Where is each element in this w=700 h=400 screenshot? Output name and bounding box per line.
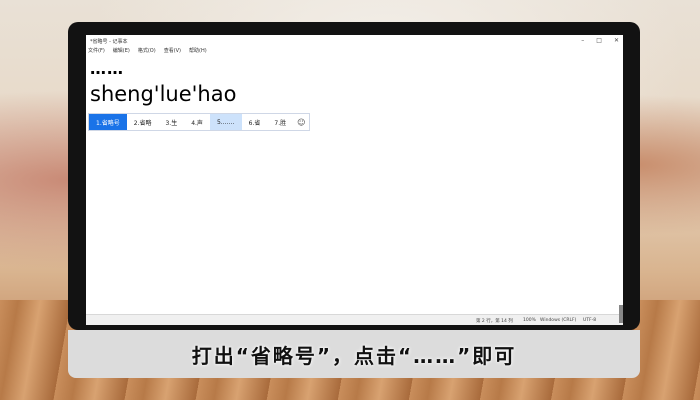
scrollbar[interactable] bbox=[619, 305, 623, 323]
menu-file[interactable]: 文件(F) bbox=[88, 47, 105, 54]
menu-format[interactable]: 格式(O) bbox=[138, 47, 156, 54]
cursor-position: 第 2 行，第 14 列 bbox=[476, 319, 513, 324]
maximize-button[interactable]: □ bbox=[596, 37, 602, 44]
zoom-level: 100% bbox=[523, 318, 536, 323]
ime-candidate-1[interactable]: 1.省略号 bbox=[89, 114, 127, 130]
title-bar: *省略号 - 记事本 – □ ✕ bbox=[86, 35, 623, 47]
editor-line-1: …… bbox=[90, 59, 124, 78]
encoding: UTF-8 bbox=[583, 318, 597, 323]
status-bar: 第 2 行，第 14 列 100% Windows (CRLF) UTF-8 bbox=[86, 314, 623, 325]
ime-candidate-7[interactable]: 7.胜 bbox=[267, 114, 293, 130]
minimize-button[interactable]: – bbox=[581, 37, 584, 44]
caption-subtitle: 打出“省略号”，点击“……”即可 bbox=[191, 344, 517, 368]
menu-view[interactable]: 查看(V) bbox=[164, 47, 181, 54]
editor-line-2: sheng'lue'hao bbox=[90, 82, 237, 106]
window-title: *省略号 - 记事本 bbox=[90, 39, 128, 45]
emoji-icon[interactable]: ☺ bbox=[297, 118, 305, 127]
menu-bar: 文件(F) 编辑(E) 格式(O) 查看(V) 帮助(H) bbox=[88, 47, 207, 54]
ime-candidate-4[interactable]: 4.声 bbox=[184, 114, 210, 130]
close-button[interactable]: ✕ bbox=[614, 37, 619, 44]
ime-candidate-3[interactable]: 3.生 bbox=[158, 114, 184, 130]
line-ending: Windows (CRLF) bbox=[540, 318, 577, 323]
text-editor[interactable]: …… sheng'lue'hao bbox=[90, 61, 236, 107]
ime-candidate-5[interactable]: 5.…… bbox=[209, 114, 242, 130]
menu-edit[interactable]: 编辑(E) bbox=[113, 47, 130, 54]
ime-candidate-bar: 1.省略号 2.省略 3.生 4.声 5.…… 6.省 7.胜 ☺ bbox=[88, 113, 311, 131]
menu-help[interactable]: 帮助(H) bbox=[189, 47, 207, 54]
notepad-window: *省略号 - 记事本 – □ ✕ 文件(F) 编辑(E) 格式(O) 查看(V)… bbox=[86, 35, 623, 325]
ime-candidate-6[interactable]: 6.省 bbox=[242, 114, 268, 130]
ime-candidate-2[interactable]: 2.省略 bbox=[127, 114, 159, 130]
